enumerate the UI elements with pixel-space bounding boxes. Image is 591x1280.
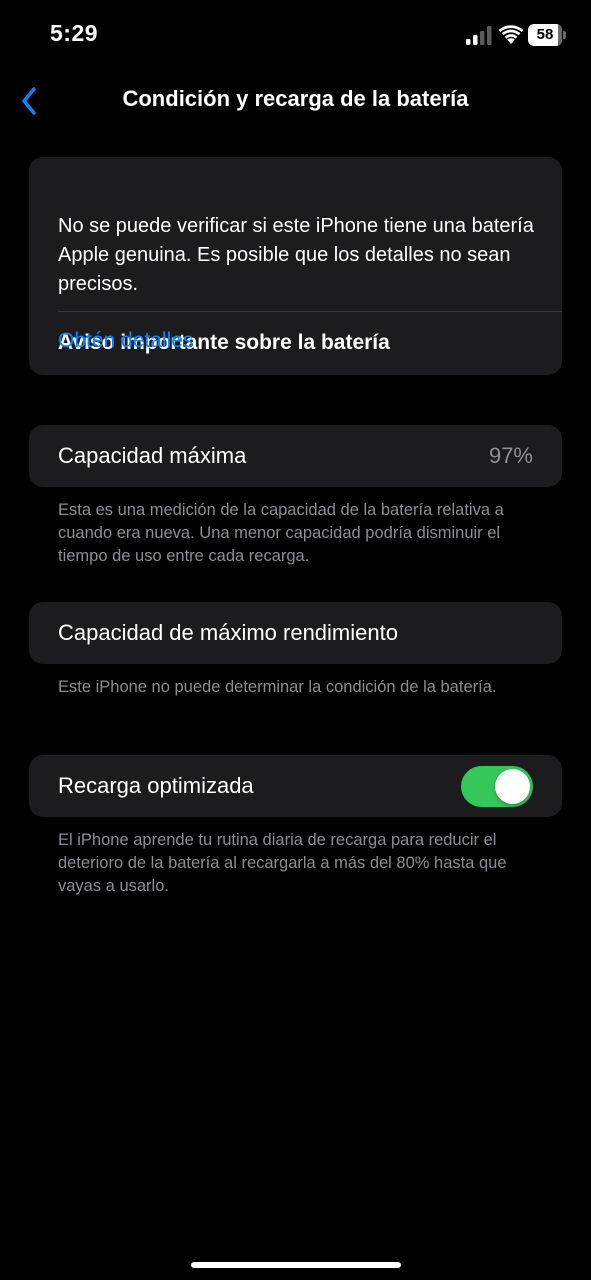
battery-icon: 58 [528,24,568,46]
max-capacity-row: Capacidad máxima 97% [29,425,562,487]
notice-body: No se puede verificar si este iPhone tie… [58,215,534,295]
optimized-charging-label: Recarga optimizada [58,773,254,798]
get-details-link[interactable]: Obtén detalles [58,329,193,353]
battery-cap [563,31,566,39]
battery-empty-segment [558,24,562,46]
optimized-charging-toggle[interactable] [461,766,533,807]
optimized-charging-row: Recarga optimizada [29,755,562,817]
page-title: Condición y recarga de la batería [122,86,469,111]
peak-performance-label: Capacidad de máximo rendimiento [58,620,398,645]
battery-level-text: 58 [536,26,554,43]
max-capacity-footnote: Esta es una medición de la capacidad de … [58,501,504,565]
status-time: 5:29 [50,20,99,46]
wifi-icon [498,25,524,44]
battery-level: 58 [528,24,562,46]
notice-divider [58,311,562,312]
max-capacity-value: 97% [488,443,533,468]
optimized-charging-footnote: El iPhone aprende tu rutina diaria de re… [58,831,507,895]
peak-performance-row: Capacidad de máximo rendimiento [29,602,562,664]
signal-icon [466,26,492,45]
max-capacity-label: Capacidad máxima [58,443,247,468]
toggle-knob [495,769,530,804]
peak-performance-footnote: Este iPhone no puede determinar la condi… [58,678,497,696]
home-indicator[interactable] [191,1262,401,1268]
status-bar: 5:29 58 [0,0,591,72]
